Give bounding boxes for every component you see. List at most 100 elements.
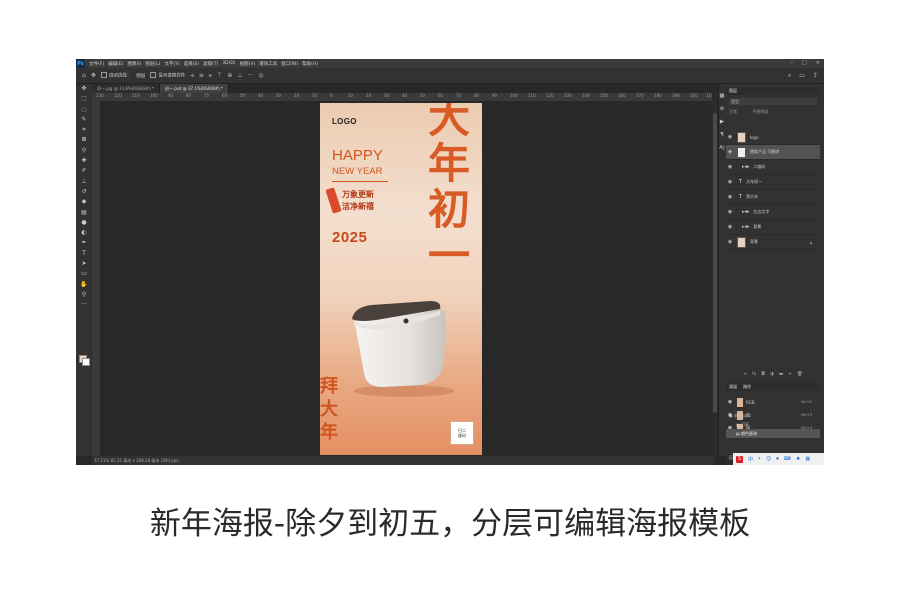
ime-punctuation-icon[interactable]: • [758, 456, 761, 462]
transform-controls-checkbox[interactable]: 显示变换控件 [150, 72, 185, 79]
home-icon[interactable]: ⌂ [82, 72, 86, 79]
quick-select-tool-icon[interactable]: ✎ [76, 115, 92, 125]
layers-panel-header[interactable]: 图层 [726, 87, 820, 95]
dodge-tool-icon[interactable]: ◐ [76, 228, 92, 238]
layer-row[interactable]: ◉ ▸▬ 二维码 [726, 160, 820, 175]
artboard-tool-icon[interactable]: ⬚ [76, 94, 92, 104]
minimize-icon[interactable]: – [791, 60, 794, 66]
align-right-icon[interactable]: ⫸ [209, 72, 212, 80]
maximize-icon[interactable]: □ [802, 60, 807, 66]
eye-icon[interactable]: ◉ [726, 224, 734, 230]
history-brush-icon[interactable]: ↺ [76, 187, 92, 197]
history-snapshot[interactable]: ▣ 初一.psd [726, 411, 820, 420]
share-icon[interactable]: ⇪ [813, 72, 818, 80]
new-layer-icon[interactable]: + [788, 372, 792, 379]
align-bottom-icon[interactable]: ⊥ [237, 72, 242, 79]
actions-panel-icon[interactable]: ▶ [720, 119, 724, 125]
search-icon[interactable]: ⌕ [788, 72, 791, 80]
menu-plugins[interactable]: 增效工具 [259, 61, 277, 67]
menu-window[interactable]: 窗口(W) [281, 61, 298, 67]
hand-tool-icon[interactable]: ✋ [76, 280, 92, 290]
tab-document-psd[interactable]: 初一.psd @ 37.1%(RGB/8#) * [159, 84, 229, 93]
scrollbar-thumb[interactable] [713, 113, 717, 413]
layer-row[interactable]: ◉ ▸▬ 背景 [726, 220, 820, 235]
eye-icon[interactable]: ◉ [726, 209, 734, 215]
ime-voice-icon[interactable]: ⏺ [776, 456, 779, 462]
eye-icon[interactable]: ◉ [726, 164, 734, 170]
healing-brush-icon[interactable]: ✚ [76, 156, 92, 166]
blur-tool-icon[interactable]: ● [76, 218, 92, 228]
background-color-swatch[interactable] [82, 358, 90, 366]
frame-tool-icon[interactable]: ⊠ [76, 135, 92, 145]
link-layers-icon[interactable]: ∞ [743, 372, 747, 379]
new-group-icon[interactable]: ▬ [779, 372, 783, 379]
eye-icon[interactable]: ◉ [726, 179, 734, 185]
menu-type[interactable]: 文字(Y) [164, 61, 179, 67]
menu-layer[interactable]: 图层(L) [145, 61, 160, 67]
type-tool-icon[interactable]: T [76, 249, 92, 259]
align-left-icon[interactable]: ⫷ [190, 72, 193, 80]
path-select-tool-icon[interactable]: ➤ [76, 259, 92, 269]
character-panel-icon[interactable]: A| [719, 145, 725, 151]
edit-toolbar-icon[interactable]: ··· [76, 300, 92, 310]
layer-row[interactable]: ◉ 背景 🔒︎ [726, 235, 820, 250]
tab-channels[interactable]: 通道 [729, 383, 737, 391]
menu-view[interactable]: 视图(V) [240, 61, 256, 67]
adjustments-panel-icon[interactable]: ⊛ [720, 106, 725, 112]
eye-icon[interactable]: ◉ [726, 239, 734, 245]
gradient-tool-icon[interactable]: ▤ [76, 208, 92, 218]
move-tool-icon[interactable]: ✥ [76, 84, 92, 94]
sogou-ime-icon[interactable]: S [736, 455, 743, 463]
layers-filter-dropdown[interactable]: 类型 [729, 98, 817, 105]
crop-tool-icon[interactable]: ⌗ [76, 125, 92, 135]
eye-icon[interactable]: ◉ [726, 399, 734, 405]
eye-icon[interactable]: ◉ [726, 149, 734, 155]
move-tool-icon[interactable]: ✥ [91, 72, 96, 79]
menu-3d[interactable]: 3D(D) [222, 61, 235, 67]
eraser-tool-icon[interactable]: ◆ [76, 197, 92, 207]
layer-row[interactable]: ◉ ▸▬ 左边文字 [726, 205, 820, 220]
layer-row[interactable]: ◉ logo [726, 130, 820, 145]
menu-file[interactable]: 文件(F) [89, 61, 104, 67]
menu-image[interactable]: 图像(I) [127, 61, 141, 67]
more-options-icon[interactable]: ··· [248, 72, 254, 79]
paragraph-panel-icon[interactable]: ¶ [720, 132, 724, 138]
menu-edit[interactable]: 编辑(E) [108, 61, 123, 67]
add-mask-icon[interactable]: ◘ [761, 372, 765, 379]
adjustment-layer-icon[interactable]: ◑ [770, 372, 774, 379]
eye-icon[interactable]: ◉ [726, 194, 734, 200]
delete-layer-icon[interactable]: 🗑︎ [797, 372, 803, 379]
history-item-current[interactable]: ▤ 颜色更改 [726, 429, 820, 438]
align-middle-icon[interactable]: ⊕ [227, 72, 232, 79]
rectangle-tool-icon[interactable]: ▭ [76, 269, 92, 279]
poster-document[interactable]: LOGO HAPPY NEW YEAR 万象更新 洁净新禧 2025 大 年 初… [320, 103, 482, 455]
tab-paths[interactable]: 路径 [743, 383, 751, 391]
tab-document-jpg[interactable]: 初一.jpg @ 14.8%(RGB/8#) * [92, 84, 160, 93]
pen-tool-icon[interactable]: ✒ [76, 238, 92, 248]
layer-row-selected[interactable]: ◉ 替换产品 可删除 [726, 145, 820, 160]
properties-panel-icon[interactable]: ▦ [719, 93, 724, 99]
channel-row[interactable]: ◉ RGB Ctrl+2 [726, 396, 820, 408]
ime-emoji-icon[interactable]: ☺ [766, 456, 771, 462]
menu-help[interactable]: 帮助(H) [302, 61, 318, 67]
brush-tool-icon[interactable]: ✐ [76, 166, 92, 176]
close-icon[interactable]: ✕ [816, 60, 820, 66]
zoom-tool-icon[interactable]: ⚲ [76, 290, 92, 300]
ime-chinese-icon[interactable]: 中 [748, 456, 753, 463]
layer-row[interactable]: ◉ T 大年初一 [726, 175, 820, 190]
auto-select-checkbox[interactable]: 自动选择： [100, 72, 131, 79]
workspace-icon[interactable]: ▭ [799, 72, 805, 80]
eye-icon[interactable]: ◉ [726, 134, 734, 140]
layers-blend-mode[interactable]: 正常 不透明度 [729, 108, 817, 115]
ime-keyboard-icon[interactable]: ⌨ [784, 456, 791, 462]
history-item[interactable]: ▤ 打开 [726, 420, 820, 429]
align-center-icon[interactable]: ≡ [199, 72, 204, 79]
align-top-icon[interactable]: ⊤ [217, 72, 222, 79]
lasso-tool-icon[interactable]: ◌ [76, 105, 92, 115]
menu-filter[interactable]: 滤镜(T) [203, 61, 218, 67]
eyedropper-tool-icon[interactable]: ⚲ [76, 146, 92, 156]
ime-menu-icon[interactable]: ▦ [805, 456, 810, 462]
layer-row[interactable]: ◉ T 拜大年 [726, 190, 820, 205]
3d-mode-icon[interactable]: ◎ [258, 72, 263, 79]
stamp-tool-icon[interactable]: ⊥ [76, 177, 92, 187]
